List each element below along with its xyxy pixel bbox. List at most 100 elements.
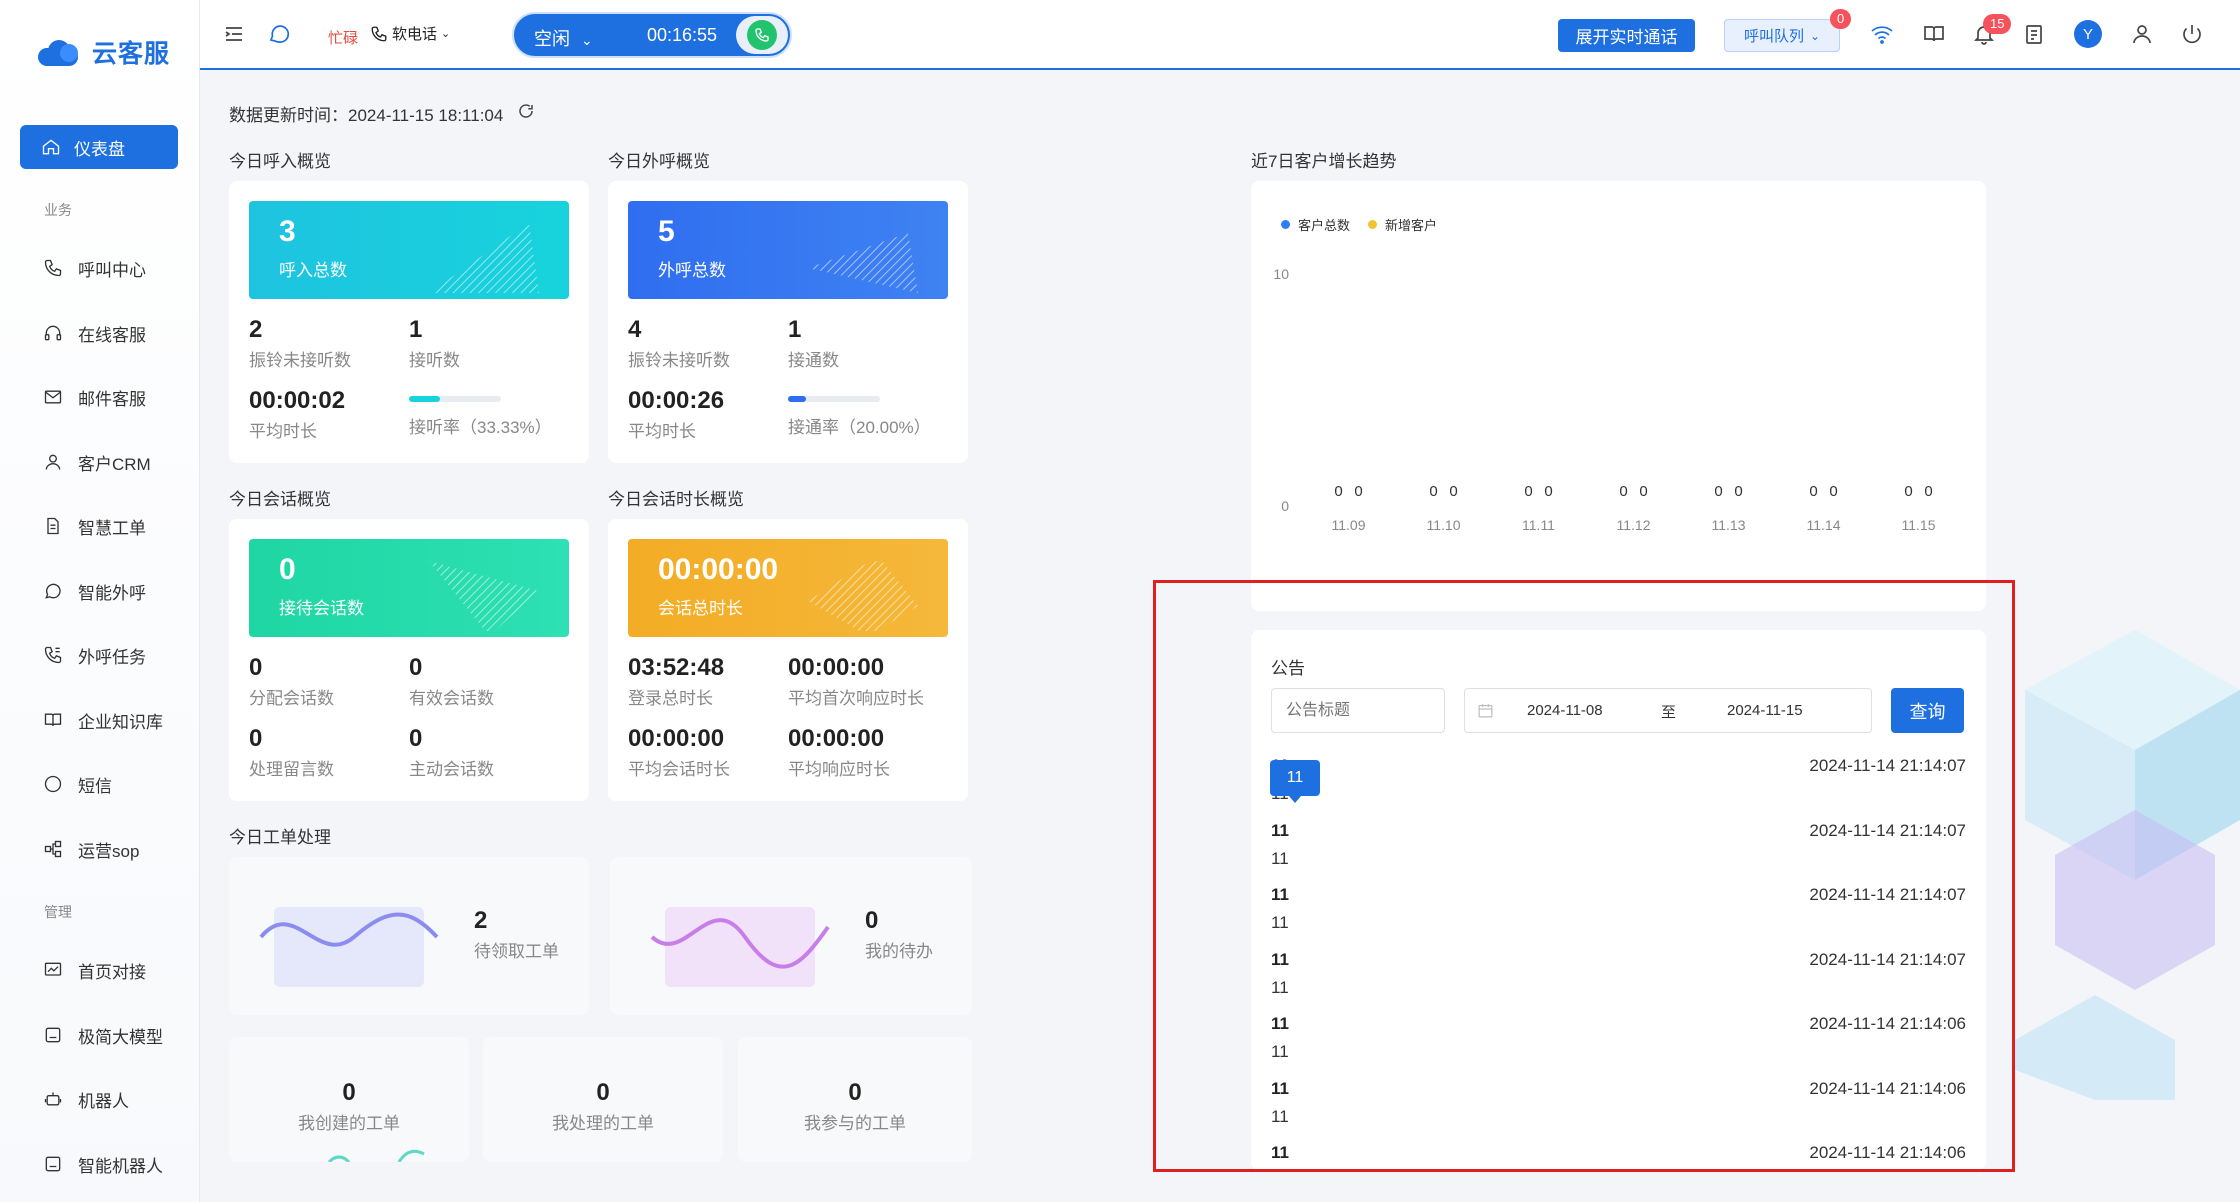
announcement-title: 公告 bbox=[1271, 659, 1305, 678]
announcement-item-time: 2024-11-14 21:14:06 bbox=[1809, 1143, 1966, 1162]
metric-value: 00:00:02 bbox=[249, 387, 346, 414]
announcement-item[interactable]: 11112024-11-14 21:14:07 bbox=[1271, 811, 1966, 876]
logo[interactable]: 云客服 bbox=[38, 34, 170, 70]
sidebar-item-dashboard[interactable]: 仪表盘 bbox=[20, 125, 178, 169]
busy-status-tag[interactable]: 忙碌 bbox=[328, 27, 358, 48]
softphone-dropdown[interactable]: 软电话 ⌄ bbox=[370, 23, 450, 44]
avg-first-response: 00:00:00 平均首次响应时长 bbox=[788, 654, 924, 709]
handled-ticket-card[interactable]: 0 我处理的工单 bbox=[483, 1037, 723, 1162]
sidebar-item-mail-service[interactable]: 邮件客服 bbox=[42, 382, 146, 412]
wifi-icon[interactable] bbox=[1870, 22, 1894, 46]
bar-value-label: 0 bbox=[1619, 483, 1627, 500]
bar-value-label: 0 bbox=[1734, 483, 1742, 500]
x-tick-label: 11.14 bbox=[1807, 517, 1841, 533]
sidebar: 云客服 仪表盘 业务 呼叫中心 在线客服 邮件客服 客户CRM 智慧工单 智能外… bbox=[0, 0, 200, 1202]
realtime-call-button[interactable]: 展开实时通话 bbox=[1558, 19, 1695, 52]
query-button[interactable]: 查询 bbox=[1891, 688, 1964, 733]
sidebar-item-robot[interactable]: 机器人 bbox=[42, 1084, 129, 1114]
metric-value: 0 bbox=[249, 654, 263, 681]
chat-icon[interactable] bbox=[267, 22, 291, 46]
call-status-dropdown[interactable]: 空闲 ⌄ bbox=[534, 25, 593, 51]
chevron-down-icon: ⌄ bbox=[581, 32, 593, 48]
announcement-title-input[interactable] bbox=[1271, 688, 1445, 733]
headset-icon bbox=[42, 322, 64, 344]
sidebar-item-label: 首页对接 bbox=[78, 962, 146, 982]
announcement-item[interactable]: 11112024-11-14 21:14:07 bbox=[1271, 875, 1966, 940]
bar-value-label: 0 bbox=[1449, 483, 1457, 500]
announcement-item-title: 11 bbox=[1271, 1078, 1289, 1098]
outbound-rate: 接通率（20.00%） bbox=[788, 411, 931, 438]
created-ticket-metric: 0 我创建的工单 bbox=[229, 1079, 469, 1134]
power-icon[interactable] bbox=[2180, 22, 2204, 46]
sidebar-item-call-center[interactable]: 呼叫中心 bbox=[42, 253, 146, 283]
sidebar-item-llm[interactable]: 极简大模型 bbox=[42, 1020, 163, 1050]
announcement-item[interactable]: 11 11 2024-11-14 21:14:06 bbox=[1271, 1069, 1966, 1134]
outbound-total-value: 5 bbox=[658, 215, 675, 248]
sidebar-item-knowledge-base[interactable]: 企业知识库 bbox=[42, 705, 163, 735]
pending-ticket-card[interactable]: 2 待领取工单 bbox=[229, 857, 589, 1015]
avatar[interactable]: Y bbox=[2074, 20, 2102, 48]
model-icon bbox=[42, 1024, 64, 1046]
sidebar-item-online-service[interactable]: 在线客服 bbox=[42, 318, 146, 348]
date-start[interactable]: 2024-11-08 bbox=[1527, 702, 1603, 719]
flow-icon bbox=[42, 838, 64, 860]
user-icon bbox=[42, 451, 64, 473]
phone-icon bbox=[371, 26, 387, 41]
clipboard-icon[interactable] bbox=[2022, 22, 2046, 46]
date-end[interactable]: 2024-11-15 bbox=[1727, 702, 1803, 719]
x-tick-label: 11.11 bbox=[1522, 517, 1555, 533]
metric-label: 接通数 bbox=[788, 351, 839, 370]
sidebar-item-sms[interactable]: 短信 bbox=[42, 769, 112, 799]
created-ticket-card[interactable]: 0 我创建的工单 bbox=[229, 1037, 469, 1162]
announcement-item-title: 11 bbox=[1271, 1143, 1289, 1162]
metric-label: 登录总时长 bbox=[628, 689, 713, 708]
metric-value: 0 bbox=[865, 907, 879, 934]
sidebar-item-homepage-integration[interactable]: 首页对接 bbox=[42, 955, 146, 985]
bar-value-label: 0 bbox=[1809, 483, 1817, 500]
metric-value: 0 bbox=[342, 1079, 356, 1106]
metric-label: 振铃未接听数 bbox=[628, 351, 730, 370]
announcement-item-time: 2024-11-14 21:14:06 bbox=[1809, 1078, 1966, 1098]
announcement-item[interactable]: 11112024-11-14 21:14:07 bbox=[1271, 746, 1966, 811]
announcement-item-desc: 11 bbox=[1271, 1106, 1289, 1126]
call-queue-button[interactable]: 呼叫队列 ⌄ bbox=[1724, 19, 1840, 52]
bar-value-label: 0 bbox=[1544, 483, 1552, 500]
answer-call-button[interactable] bbox=[736, 16, 788, 54]
outbound-overview-card: 5 外呼总数 4 振铃未接听数 1 接通数 00:00:26 平均时长 接通率（20.… bbox=[608, 181, 968, 463]
session-overview-card: 0 接待会话数 0 分配会话数 0 有效会话数 0 处理留言数 0 主动会话数 bbox=[229, 519, 589, 801]
sidebar-item-outbound-task[interactable]: 外呼任务 bbox=[42, 640, 146, 670]
sidebar-item-label: 智能机器人 bbox=[78, 1156, 163, 1176]
bar-value-label: 0 bbox=[1429, 483, 1437, 500]
bar-value-label: 0 bbox=[1829, 483, 1837, 500]
book-icon[interactable] bbox=[1922, 22, 1946, 46]
sidebar-item-smart-outbound[interactable]: 智能外呼 bbox=[42, 576, 146, 606]
metric-value: 4 bbox=[628, 316, 642, 343]
user-icon[interactable] bbox=[2130, 22, 2154, 46]
date-range-picker[interactable]: 2024-11-08 至 2024-11-15 bbox=[1464, 688, 1872, 733]
outbound-rate-bar bbox=[788, 396, 880, 402]
announcement-item[interactable]: 11112024-11-14 21:14:06 bbox=[1271, 1133, 1966, 1162]
inbound-answered: 1 接听数 bbox=[409, 316, 460, 371]
book-icon bbox=[42, 709, 64, 731]
sidebar-item-label: 智慧工单 bbox=[78, 518, 146, 538]
x-tick-label: 11.09 bbox=[1332, 517, 1366, 533]
session-total-label: 接待会话数 bbox=[279, 599, 364, 618]
duration-overview-title: 今日会话时长概览 bbox=[608, 490, 744, 509]
sidebar-item-sop[interactable]: 运营sop bbox=[42, 834, 139, 864]
sidebar-item-smart-ticket[interactable]: 智慧工单 bbox=[42, 511, 146, 541]
sidebar-item-crm[interactable]: 客户CRM bbox=[42, 447, 151, 477]
announcement-item[interactable]: 11112024-11-14 21:14:07 bbox=[1271, 940, 1966, 1005]
sidebar-item-smart-robot[interactable]: 智能机器人 bbox=[42, 1149, 163, 1179]
inbound-avg-duration: 00:00:02 平均时长 bbox=[249, 387, 345, 442]
metric-label: 主动会话数 bbox=[409, 760, 494, 779]
my-todo-card[interactable]: 0 我的待办 bbox=[610, 857, 972, 1015]
announcement-item-title: 11 bbox=[1271, 885, 1289, 904]
login-total-duration: 03:52:48 登录总时长 bbox=[628, 654, 724, 709]
x-tick-label: 11.15 bbox=[1902, 517, 1936, 533]
update-time-line: 数据更新时间：2024-11-15 18:11:04 bbox=[229, 101, 535, 126]
announcement-item[interactable]: 11112024-11-14 21:14:06 bbox=[1271, 1004, 1966, 1069]
refresh-icon[interactable] bbox=[517, 102, 535, 125]
menu-fold-icon[interactable] bbox=[222, 22, 246, 46]
joined-ticket-card[interactable]: 0 我参与的工单 bbox=[738, 1037, 972, 1162]
inbound-rate: 接听率（33.33%） bbox=[409, 411, 552, 438]
